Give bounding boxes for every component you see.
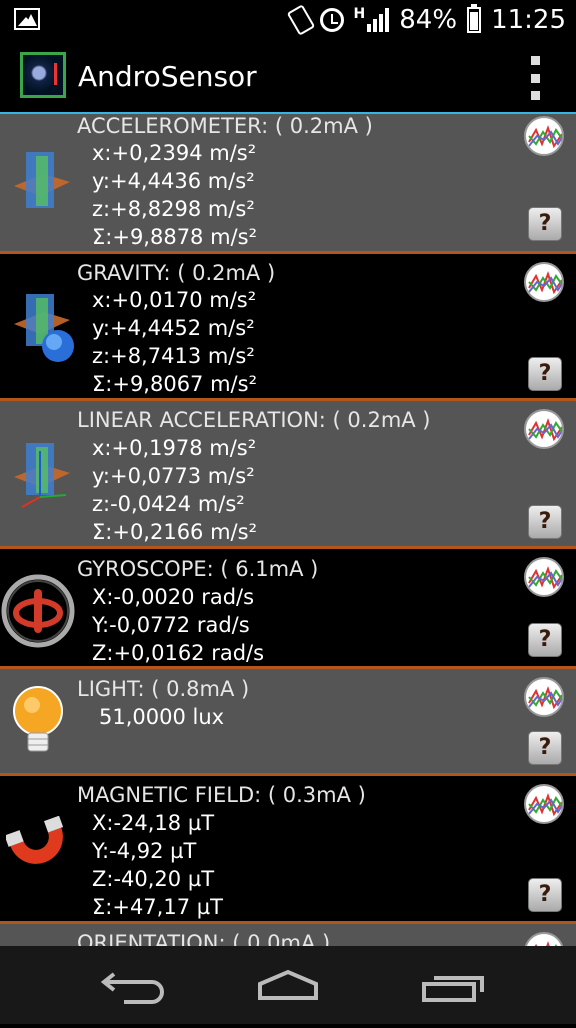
network-type-label: H: [353, 6, 366, 22]
graph-icon: [528, 793, 562, 817]
sensor-card-accelerometer[interactable]: ACCELEROMETER: ( 0.2mA ) x:+0,2394 m/s² …: [0, 114, 576, 254]
graph-button[interactable]: [524, 932, 564, 946]
clock: 11:25: [491, 5, 566, 35]
sensor-title: LIGHT: ( 0.8mA ): [77, 677, 250, 701]
sensor-title: ORIENTATION: ( 0.0mA ): [77, 931, 331, 946]
overflow-menu-button[interactable]: [524, 56, 546, 100]
graph-button[interactable]: [524, 409, 564, 449]
recent-apps-icon: [422, 976, 484, 1002]
navigation-bar: [0, 946, 576, 1024]
sensor-value: y:+4,4436 m/s²: [92, 169, 255, 193]
overflow-menu-icon: [530, 56, 540, 65]
sensor-value: x:+0,1978 m/s²: [92, 436, 257, 460]
sensor-value: Σ:+47,17 µT: [92, 895, 223, 919]
sensor-value: z:+8,7413 m/s²: [92, 344, 255, 368]
sensor-title: GRAVITY: ( 0.2mA ): [77, 261, 276, 285]
sensor-title: MAGNETIC FIELD: ( 0.3mA ): [77, 783, 366, 807]
sensor-value: x:+0,0170 m/s²: [92, 288, 257, 312]
sensor-title: GYROSCOPE: ( 6.1mA ): [77, 557, 319, 581]
graph-button[interactable]: [524, 784, 564, 824]
back-button[interactable]: [68, 946, 188, 1024]
sensor-card-gravity[interactable]: GRAVITY: ( 0.2mA ) x:+0,0170 m/s² y:+4,4…: [0, 254, 576, 401]
help-button[interactable]: ?: [528, 207, 562, 241]
accelerometer-icon: [14, 152, 70, 208]
gallery-icon: [14, 8, 40, 30]
sensor-value: y:+4,4452 m/s²: [92, 316, 255, 340]
graph-icon: [534, 941, 558, 946]
sensor-card-light[interactable]: LIGHT: ( 0.8mA ) 51,0000 lux ?: [0, 669, 576, 776]
sensor-card-linear-acceleration[interactable]: LINEAR ACCELERATION: ( 0.2mA ) x:+0,1978…: [0, 401, 576, 549]
sensor-value: 51,0000 lux: [99, 705, 225, 729]
app-title: AndroSensor: [78, 60, 257, 93]
help-button[interactable]: ?: [528, 878, 562, 912]
gravity-icon: [14, 294, 74, 362]
battery-icon: [467, 4, 482, 33]
sensor-title: ACCELEROMETER: ( 0.2mA ): [77, 114, 373, 138]
linear-acceleration-icon: [14, 443, 70, 508]
sensor-value: Z:-40,20 µT: [92, 867, 215, 891]
home-icon: [258, 969, 318, 1000]
help-button[interactable]: ?: [528, 623, 562, 657]
graph-icon: [528, 418, 562, 442]
gyroscope-icon: [1, 574, 75, 648]
action-bar: AndroSensor: [0, 40, 576, 114]
magnet-icon: [6, 816, 64, 864]
sensor-value: X:-0,0020 rad/s: [92, 585, 255, 609]
status-icons: H 84% 11:25: [286, 0, 566, 40]
sensor-value: y:+0,0773 m/s²: [92, 464, 255, 488]
sensor-value: Z:+0,0162 rad/s: [92, 641, 265, 665]
help-button[interactable]: ?: [528, 357, 562, 391]
graph-button[interactable]: [524, 262, 564, 302]
sensor-value: X:-24,18 µT: [92, 811, 215, 835]
sensor-card-magnetic-field[interactable]: MAGNETIC FIELD: ( 0.3mA ) X:-24,18 µT Y:…: [0, 776, 576, 924]
app-logo-icon[interactable]: [20, 52, 66, 98]
graph-icon: [528, 271, 562, 295]
sensor-value: Σ:+0,2166 m/s²: [92, 520, 257, 544]
graph-button[interactable]: [524, 557, 564, 597]
back-icon: [100, 972, 164, 1004]
graph-icon: [528, 566, 562, 590]
sensor-value: Y:-4,92 µT: [92, 839, 197, 863]
sensor-value: Σ:+9,8067 m/s²: [92, 372, 257, 396]
sensor-card-orientation[interactable]: ORIENTATION: ( 0.0mA ): [0, 924, 576, 946]
vibrate-icon: [286, 4, 315, 36]
graph-icon: [528, 125, 562, 149]
sensor-value: z:+8,8298 m/s²: [92, 197, 255, 221]
status-bar: H 84% 11:25: [0, 0, 576, 40]
sensor-value: Y:-0,0772 rad/s: [92, 613, 250, 637]
battery-percent: 84%: [399, 5, 458, 35]
signal-icon: [367, 8, 390, 32]
graph-button[interactable]: [524, 116, 564, 156]
recent-apps-button[interactable]: [394, 946, 514, 1024]
sensor-value: x:+0,2394 m/s²: [92, 141, 257, 165]
sensor-card-gyroscope[interactable]: GYROSCOPE: ( 6.1mA ) X:-0,0020 rad/s Y:-…: [0, 549, 576, 669]
graph-icon: [528, 686, 562, 710]
alarm-icon: [319, 8, 344, 32]
sensor-value: Σ:+9,8878 m/s²: [92, 225, 257, 249]
help-button[interactable]: ?: [528, 505, 562, 539]
graph-button[interactable]: [524, 677, 564, 717]
home-button[interactable]: [228, 946, 348, 1024]
help-button[interactable]: ?: [528, 731, 562, 765]
light-bulb-icon: [13, 686, 63, 752]
sensor-title: LINEAR ACCELERATION: ( 0.2mA ): [77, 408, 431, 432]
sensor-list[interactable]: ACCELEROMETER: ( 0.2mA ) x:+0,2394 m/s² …: [0, 114, 576, 946]
sensor-value: z:-0,0424 m/s²: [92, 492, 245, 516]
